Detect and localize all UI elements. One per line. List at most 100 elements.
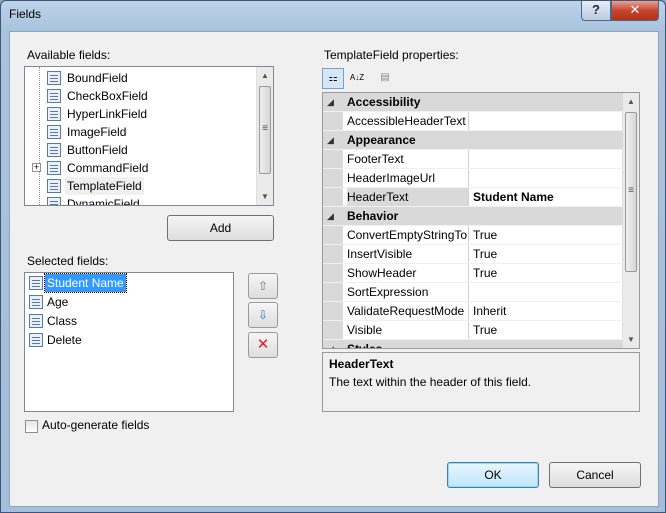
property-value[interactable]: Inherit (473, 302, 623, 320)
templatefield-icon (29, 295, 43, 309)
auto-generate-checkbox[interactable] (25, 420, 38, 433)
property-name: FooterText (347, 150, 469, 168)
available-field-label: CheckBoxField (67, 89, 148, 103)
available-fields-tree[interactable]: ▲ ▼ BoundField CheckBoxField HyperLinkFiel… (24, 66, 274, 206)
delete-x-icon: ✕ (256, 336, 270, 353)
selected-field-label: Class (47, 314, 78, 328)
property-value[interactable]: True (473, 264, 623, 282)
selected-field-label: Delete (47, 333, 82, 347)
available-field-item[interactable]: BoundField (25, 69, 255, 87)
property-name: SortExpression (347, 283, 469, 301)
property-row[interactable]: InsertVisible True (323, 245, 623, 264)
selected-fields-list[interactable]: Student Name Age Class Delete (24, 272, 234, 412)
collapse-icon[interactable]: ◢ (327, 93, 334, 111)
expand-icon[interactable]: + (32, 163, 41, 172)
scroll-down-arrow-icon[interactable]: ▼ (257, 188, 273, 205)
property-name: ConvertEmptyStringTo (347, 226, 469, 244)
properties-label: TemplateField properties: (324, 48, 459, 62)
property-row[interactable]: ConvertEmptyStringTo True (323, 226, 623, 245)
selected-field-label: Student Name (44, 273, 127, 293)
move-up-button[interactable]: ⇧ (248, 273, 278, 299)
selected-field-item[interactable]: Delete (25, 331, 225, 349)
available-field-item[interactable]: HyperLinkField (25, 105, 255, 123)
alphabetical-sort-icon[interactable]: A↓Z (346, 68, 368, 89)
available-field-label: DynamicField (67, 197, 140, 206)
description-text: The text within the header of this field… (329, 375, 532, 389)
property-category[interactable]: ◢ Styles (323, 340, 623, 349)
category-label: Accessibility (347, 95, 421, 109)
available-field-label: BoundField (67, 71, 128, 85)
templatefield-icon (29, 276, 43, 290)
property-value[interactable]: Student Name (473, 188, 623, 206)
dialog-client-area: Available fields: ▲ ▼ BoundField CheckBox… (9, 31, 659, 507)
hyperlinkfield-icon (47, 107, 61, 121)
description-title: HeaderText (329, 357, 394, 371)
scroll-up-arrow-icon[interactable]: ▲ (257, 67, 273, 84)
property-row[interactable]: AccessibleHeaderText (323, 112, 623, 131)
available-field-label: ImageField (67, 125, 127, 139)
available-field-label: ButtonField (67, 143, 128, 157)
available-field-label: CommandField (67, 161, 149, 175)
property-row[interactable]: HeaderText Student Name (323, 188, 623, 207)
property-value[interactable]: True (473, 226, 623, 244)
collapse-icon[interactable]: ◢ (327, 131, 334, 149)
property-row[interactable]: ShowHeader True (323, 264, 623, 283)
property-row[interactable]: FooterText (323, 150, 623, 169)
property-value[interactable]: True (473, 245, 623, 263)
selected-field-label: Age (47, 295, 69, 309)
cancel-button[interactable]: Cancel (549, 462, 641, 488)
delete-field-button[interactable]: ✕ (248, 332, 278, 358)
property-row[interactable]: Visible True (323, 321, 623, 340)
property-category[interactable]: ◢ Behavior (323, 207, 623, 226)
available-field-item[interactable]: ButtonField (25, 141, 255, 159)
property-name: HeaderImageUrl (347, 169, 469, 187)
property-category[interactable]: ◢ Appearance (323, 131, 623, 150)
property-row[interactable]: ValidateRequestMode Inherit (323, 302, 623, 321)
property-row[interactable]: SortExpression (323, 283, 623, 302)
property-category[interactable]: ◢ Accessibility (323, 93, 623, 112)
collapse-icon[interactable]: ◢ (327, 340, 334, 348)
selected-field-item[interactable]: Class (25, 312, 225, 330)
property-description-panel: HeaderText The text within the header of… (322, 352, 640, 412)
boundfield-icon (47, 71, 61, 85)
close-button[interactable]: ✕ (611, 1, 659, 21)
available-field-item[interactable]: + CommandField (25, 159, 255, 177)
property-pages-icon[interactable]: ▤ (374, 68, 396, 89)
ok-button[interactable]: OK (447, 462, 539, 488)
property-name: ValidateRequestMode (347, 302, 469, 320)
move-down-button[interactable]: ⇩ (248, 302, 278, 328)
buttonfield-icon (47, 143, 61, 157)
property-name: Visible (347, 321, 469, 339)
categorized-icon[interactable]: ⚏ (322, 68, 344, 89)
collapse-icon[interactable]: ◢ (327, 207, 334, 225)
property-grid[interactable]: ▲ ▼ ◢ Accessibility AccessibleHeaderText ◢ A… (322, 92, 640, 349)
checkboxfield-icon (47, 89, 61, 103)
property-name: HeaderText (347, 188, 469, 206)
property-grid-scrollbar[interactable]: ▲ ▼ (622, 93, 639, 348)
property-name: InsertVisible (347, 245, 469, 263)
fields-dialog: Fields ? ✕ Available fields: ▲ ▼ BoundFi… (0, 0, 666, 513)
scroll-thumb[interactable] (625, 112, 637, 272)
available-field-label: TemplateField (65, 177, 144, 195)
available-field-item[interactable]: ImageField (25, 123, 255, 141)
property-row[interactable]: HeaderImageUrl (323, 169, 623, 188)
add-button[interactable]: Add (167, 215, 274, 241)
property-value[interactable]: True (473, 321, 623, 339)
selected-field-item[interactable]: Student Name (25, 273, 225, 293)
category-label: Styles (347, 342, 383, 349)
selected-field-item[interactable]: Age (25, 293, 225, 311)
category-label: Appearance (347, 133, 416, 147)
arrow-up-icon: ⇧ (257, 279, 269, 293)
available-field-item[interactable]: TemplateField (25, 177, 255, 195)
scroll-down-arrow-icon[interactable]: ▼ (623, 331, 639, 348)
title-bar[interactable]: Fields ? ✕ (1, 1, 665, 29)
available-field-item[interactable]: CheckBoxField (25, 87, 255, 105)
scroll-up-arrow-icon[interactable]: ▲ (623, 93, 639, 110)
templatefield-icon (29, 314, 43, 328)
help-button[interactable]: ? (581, 1, 611, 21)
scroll-thumb[interactable] (259, 86, 271, 174)
commandfield-icon (47, 161, 61, 175)
available-field-item[interactable]: DynamicField (25, 195, 255, 206)
available-fields-scrollbar[interactable]: ▲ ▼ (256, 67, 273, 205)
templatefield-icon (47, 179, 61, 193)
